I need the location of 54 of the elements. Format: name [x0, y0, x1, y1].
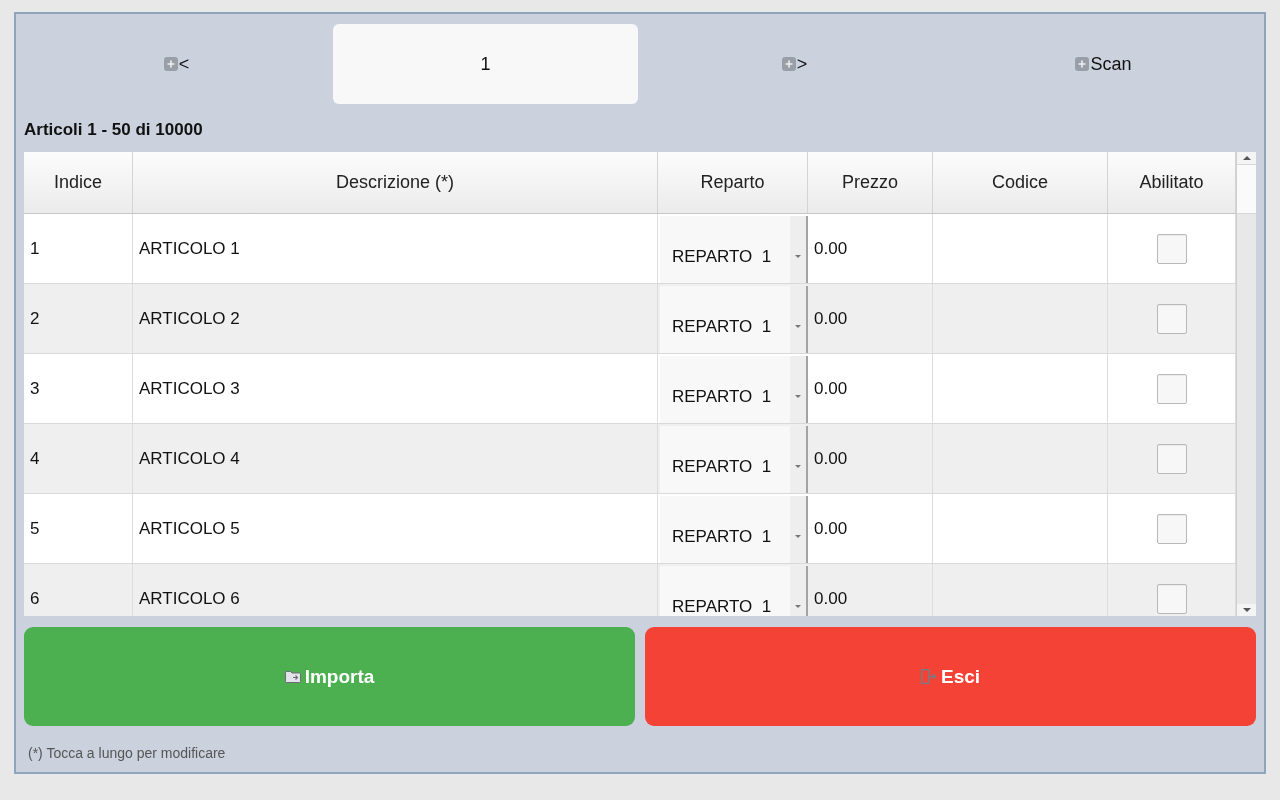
table-cell: 3 — [24, 354, 133, 423]
footnote: (*) Tocca a lungo per modificare — [27, 745, 226, 761]
exit-icon — [920, 669, 937, 684]
table-cell: ARTICOLO 3 — [133, 354, 658, 423]
nav-button[interactable]: > — [642, 24, 947, 104]
plus-square-icon — [163, 57, 178, 71]
checkbox[interactable] — [1156, 233, 1187, 264]
plus-square-icon — [1075, 57, 1090, 71]
nav-button[interactable]: Scan — [951, 24, 1256, 104]
table-cell: 0.00 — [808, 494, 933, 563]
department-dropdown[interactable]: REPARTO 1 — [660, 286, 808, 353]
caret-icon — [795, 465, 801, 468]
table-cell: 0.00 — [808, 354, 933, 423]
table-cell: ARTICOLO 4 — [133, 424, 658, 493]
department-dropdown[interactable]: REPARTO 1 — [660, 356, 808, 423]
down-arrow-icon[interactable] — [1242, 608, 1251, 612]
department-dropdown[interactable]: REPARTO 1 — [660, 216, 808, 283]
column-header: Reparto — [658, 152, 808, 213]
checkbox[interactable] — [1156, 443, 1187, 474]
table-cell: ARTICOLO 2 — [133, 284, 658, 353]
scrollbar-thumb[interactable] — [1237, 164, 1256, 214]
department-dropdown[interactable]: REPARTO 1 — [660, 496, 808, 563]
table-cell: ARTICOLO 5 — [133, 494, 658, 563]
exit-button[interactable]: Esci — [645, 627, 1256, 726]
caret-icon — [795, 605, 801, 608]
column-header: Descrizione (*) — [133, 152, 658, 213]
column-header: Codice — [933, 152, 1108, 213]
table-cell: 0.00 — [808, 284, 933, 353]
table-cell: 4 — [24, 424, 133, 493]
table-cell: ARTICOLO 1 — [133, 214, 658, 283]
table-cell: 1 — [24, 214, 133, 283]
item-count-label: Articoli 1 - 50 di 10000 — [24, 120, 203, 140]
caret-icon — [795, 255, 801, 258]
column-header: Prezzo — [808, 152, 933, 213]
checkbox[interactable] — [1156, 303, 1187, 334]
caret-icon — [795, 325, 801, 328]
table-cell: 0.00 — [808, 424, 933, 493]
checkbox[interactable] — [1156, 373, 1187, 404]
folder-icon — [284, 670, 301, 683]
nav-button[interactable]: < — [24, 24, 329, 104]
plus-square-icon — [781, 57, 796, 71]
page-field[interactable]: 1 — [333, 24, 638, 104]
department-dropdown[interactable]: REPARTO 1 — [660, 426, 808, 493]
checkbox[interactable] — [1156, 513, 1187, 544]
checkbox[interactable] — [1156, 583, 1187, 614]
department-dropdown[interactable]: REPARTO 1 — [660, 566, 808, 616]
table-cell: 0.00 — [808, 214, 933, 283]
scrollbar[interactable] — [1236, 152, 1256, 616]
table-cell: 5 — [24, 494, 133, 563]
table-cell: 2 — [24, 284, 133, 353]
caret-icon — [795, 535, 801, 538]
column-header: Indice — [24, 152, 133, 213]
up-arrow-icon[interactable] — [1242, 156, 1251, 160]
caret-icon — [795, 395, 801, 398]
